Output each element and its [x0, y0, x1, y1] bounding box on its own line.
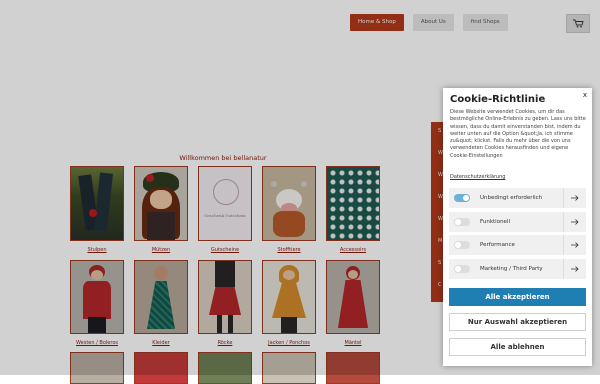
expand-button[interactable] [563, 258, 586, 279]
close-button[interactable]: x [583, 91, 587, 99]
arrow-right-icon [571, 265, 579, 272]
toggle-row-performance: Performance [449, 235, 586, 255]
accept-selection-button[interactable]: Nur Auswahl akzeptieren [449, 313, 586, 331]
cookie-dialog: x Cookie-Richtlinie Diese Website verwen… [443, 88, 592, 366]
cookie-description: Diese Website verwendet Cookies, um dir … [450, 109, 586, 159]
reject-all-button[interactable]: Alle ablehnen [449, 338, 586, 356]
toggle-label: Unbedingt erforderlich [480, 195, 543, 201]
cookie-title: Cookie-Richtlinie [450, 94, 546, 105]
toggle-knob [455, 242, 461, 248]
arrow-right-icon [571, 242, 579, 248]
toggle-row-necessary: Unbedingt erforderlich [449, 188, 586, 208]
toggle-switch[interactable] [454, 264, 470, 273]
toggle-switch[interactable] [454, 241, 470, 249]
toggle-row-marketing: Marketing / Third Party [449, 258, 586, 279]
expand-button[interactable] [563, 211, 586, 232]
toggle-knob [455, 265, 461, 272]
arrow-right-icon [571, 195, 579, 201]
toggle-knob [455, 218, 461, 225]
toggle-switch[interactable] [454, 217, 470, 226]
expand-button[interactable] [563, 188, 586, 208]
arrow-right-icon [571, 218, 579, 225]
accept-all-button[interactable]: Alle akzeptieren [449, 288, 586, 306]
toggle-label: Performance [480, 242, 515, 248]
toggle-label: Funktionell [480, 218, 510, 225]
toggle-knob [463, 195, 469, 201]
toggle-row-functional: Funktionell [449, 211, 586, 232]
toggle-label: Marketing / Third Party [480, 265, 543, 272]
cookie-toggles: Unbedingt erforderlich Funktionell Perfo… [449, 188, 586, 282]
privacy-link[interactable]: Datenschutzerklärung [450, 174, 505, 180]
toggle-switch[interactable] [454, 194, 470, 202]
expand-button[interactable] [563, 235, 586, 255]
